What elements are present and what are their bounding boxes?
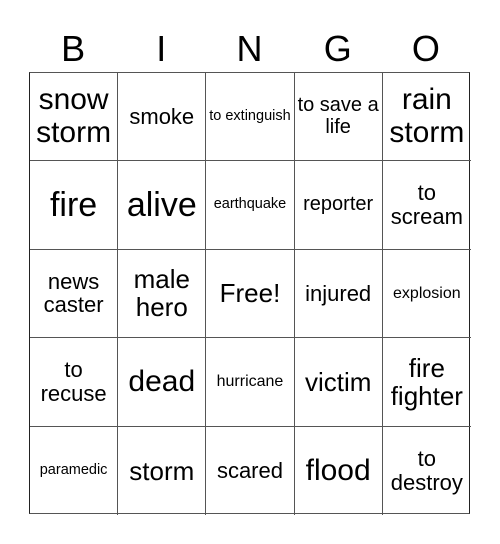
cell-label: to extinguish: [209, 107, 291, 124]
bingo-cell-g2[interactable]: reporter: [294, 161, 383, 250]
bingo-cell-o5[interactable]: to destroy: [383, 427, 471, 515]
bingo-cell-i5[interactable]: storm: [118, 426, 207, 515]
cell-label: scared: [216, 457, 283, 483]
cell-label: alive: [126, 185, 197, 224]
bingo-cell-g5[interactable]: flood: [295, 426, 383, 515]
bingo-grid: snow storm smoke to extinguish to save a li…: [29, 72, 471, 515]
bingo-cell-g4[interactable]: victim: [294, 338, 383, 427]
cell-label: news caster: [43, 268, 104, 318]
cell-label: Free!: [219, 278, 281, 309]
bingo-cell-n5[interactable]: scared: [206, 426, 295, 515]
bingo-cell-i3[interactable]: male hero: [118, 249, 207, 339]
bingo-cell-n4[interactable]: hurricane: [206, 338, 295, 427]
bingo-cell-i4[interactable]: dead: [118, 338, 207, 427]
cell-label: rain storm: [389, 83, 465, 149]
cell-label: earthquake: [213, 196, 287, 213]
cell-label: to recuse: [40, 357, 107, 406]
bingo-cell-i1[interactable]: smoke: [118, 73, 207, 162]
bingo-cell-o1[interactable]: rain storm: [382, 73, 471, 162]
cell-label: hurricane: [216, 373, 284, 391]
cell-label: paramedic: [39, 461, 108, 478]
header-letter-o: O: [411, 28, 440, 69]
cell-label: to scream: [390, 180, 463, 230]
header-letter-i: I: [156, 28, 167, 69]
cell-label: victim: [304, 366, 372, 397]
bingo-cell-o3[interactable]: explosion: [382, 250, 471, 339]
header-letter-n: N: [236, 28, 263, 69]
cell-label: flood: [305, 453, 371, 487]
bingo-cell-o4[interactable]: fire fighter: [382, 338, 471, 427]
cell-label: snow storm: [36, 83, 112, 149]
cell-label: reporter: [303, 193, 374, 216]
bingo-cell-b5[interactable]: paramedic: [30, 426, 119, 515]
bingo-cell-n2[interactable]: earthquake: [206, 161, 295, 250]
bingo-cell-b1[interactable]: snow storm: [30, 73, 119, 162]
bingo-cell-b3[interactable]: news caster: [30, 249, 119, 339]
cell-label: dead: [128, 364, 196, 398]
cell-label: fire fighter: [390, 352, 463, 411]
bingo-cell-b2[interactable]: fire: [30, 161, 119, 250]
bingo-cell-n1[interactable]: to extinguish: [206, 73, 295, 162]
bingo-cell-g1[interactable]: to save a life: [294, 73, 383, 162]
header-letter-g: G: [323, 28, 352, 69]
cell-label: male hero: [133, 264, 190, 323]
header-letter-b: B: [61, 28, 86, 69]
cell-label: explosion: [393, 284, 461, 302]
bingo-cell-i2[interactable]: alive: [118, 161, 207, 250]
cell-label: injured: [305, 280, 372, 306]
cell-label: to destroy: [390, 446, 463, 495]
bingo-cell-g3[interactable]: injured: [294, 249, 383, 339]
free-space-cell[interactable]: Free!: [206, 249, 295, 339]
cell-label: smoke: [129, 103, 195, 129]
bingo-cell-b4[interactable]: to recuse: [30, 338, 119, 427]
cell-label: fire: [49, 185, 98, 224]
bingo-header: B I N G O: [29, 26, 470, 72]
cell-label: to save a life: [297, 94, 379, 138]
bingo-cell-o2[interactable]: to scream: [382, 161, 471, 250]
cell-label: storm: [129, 455, 195, 486]
